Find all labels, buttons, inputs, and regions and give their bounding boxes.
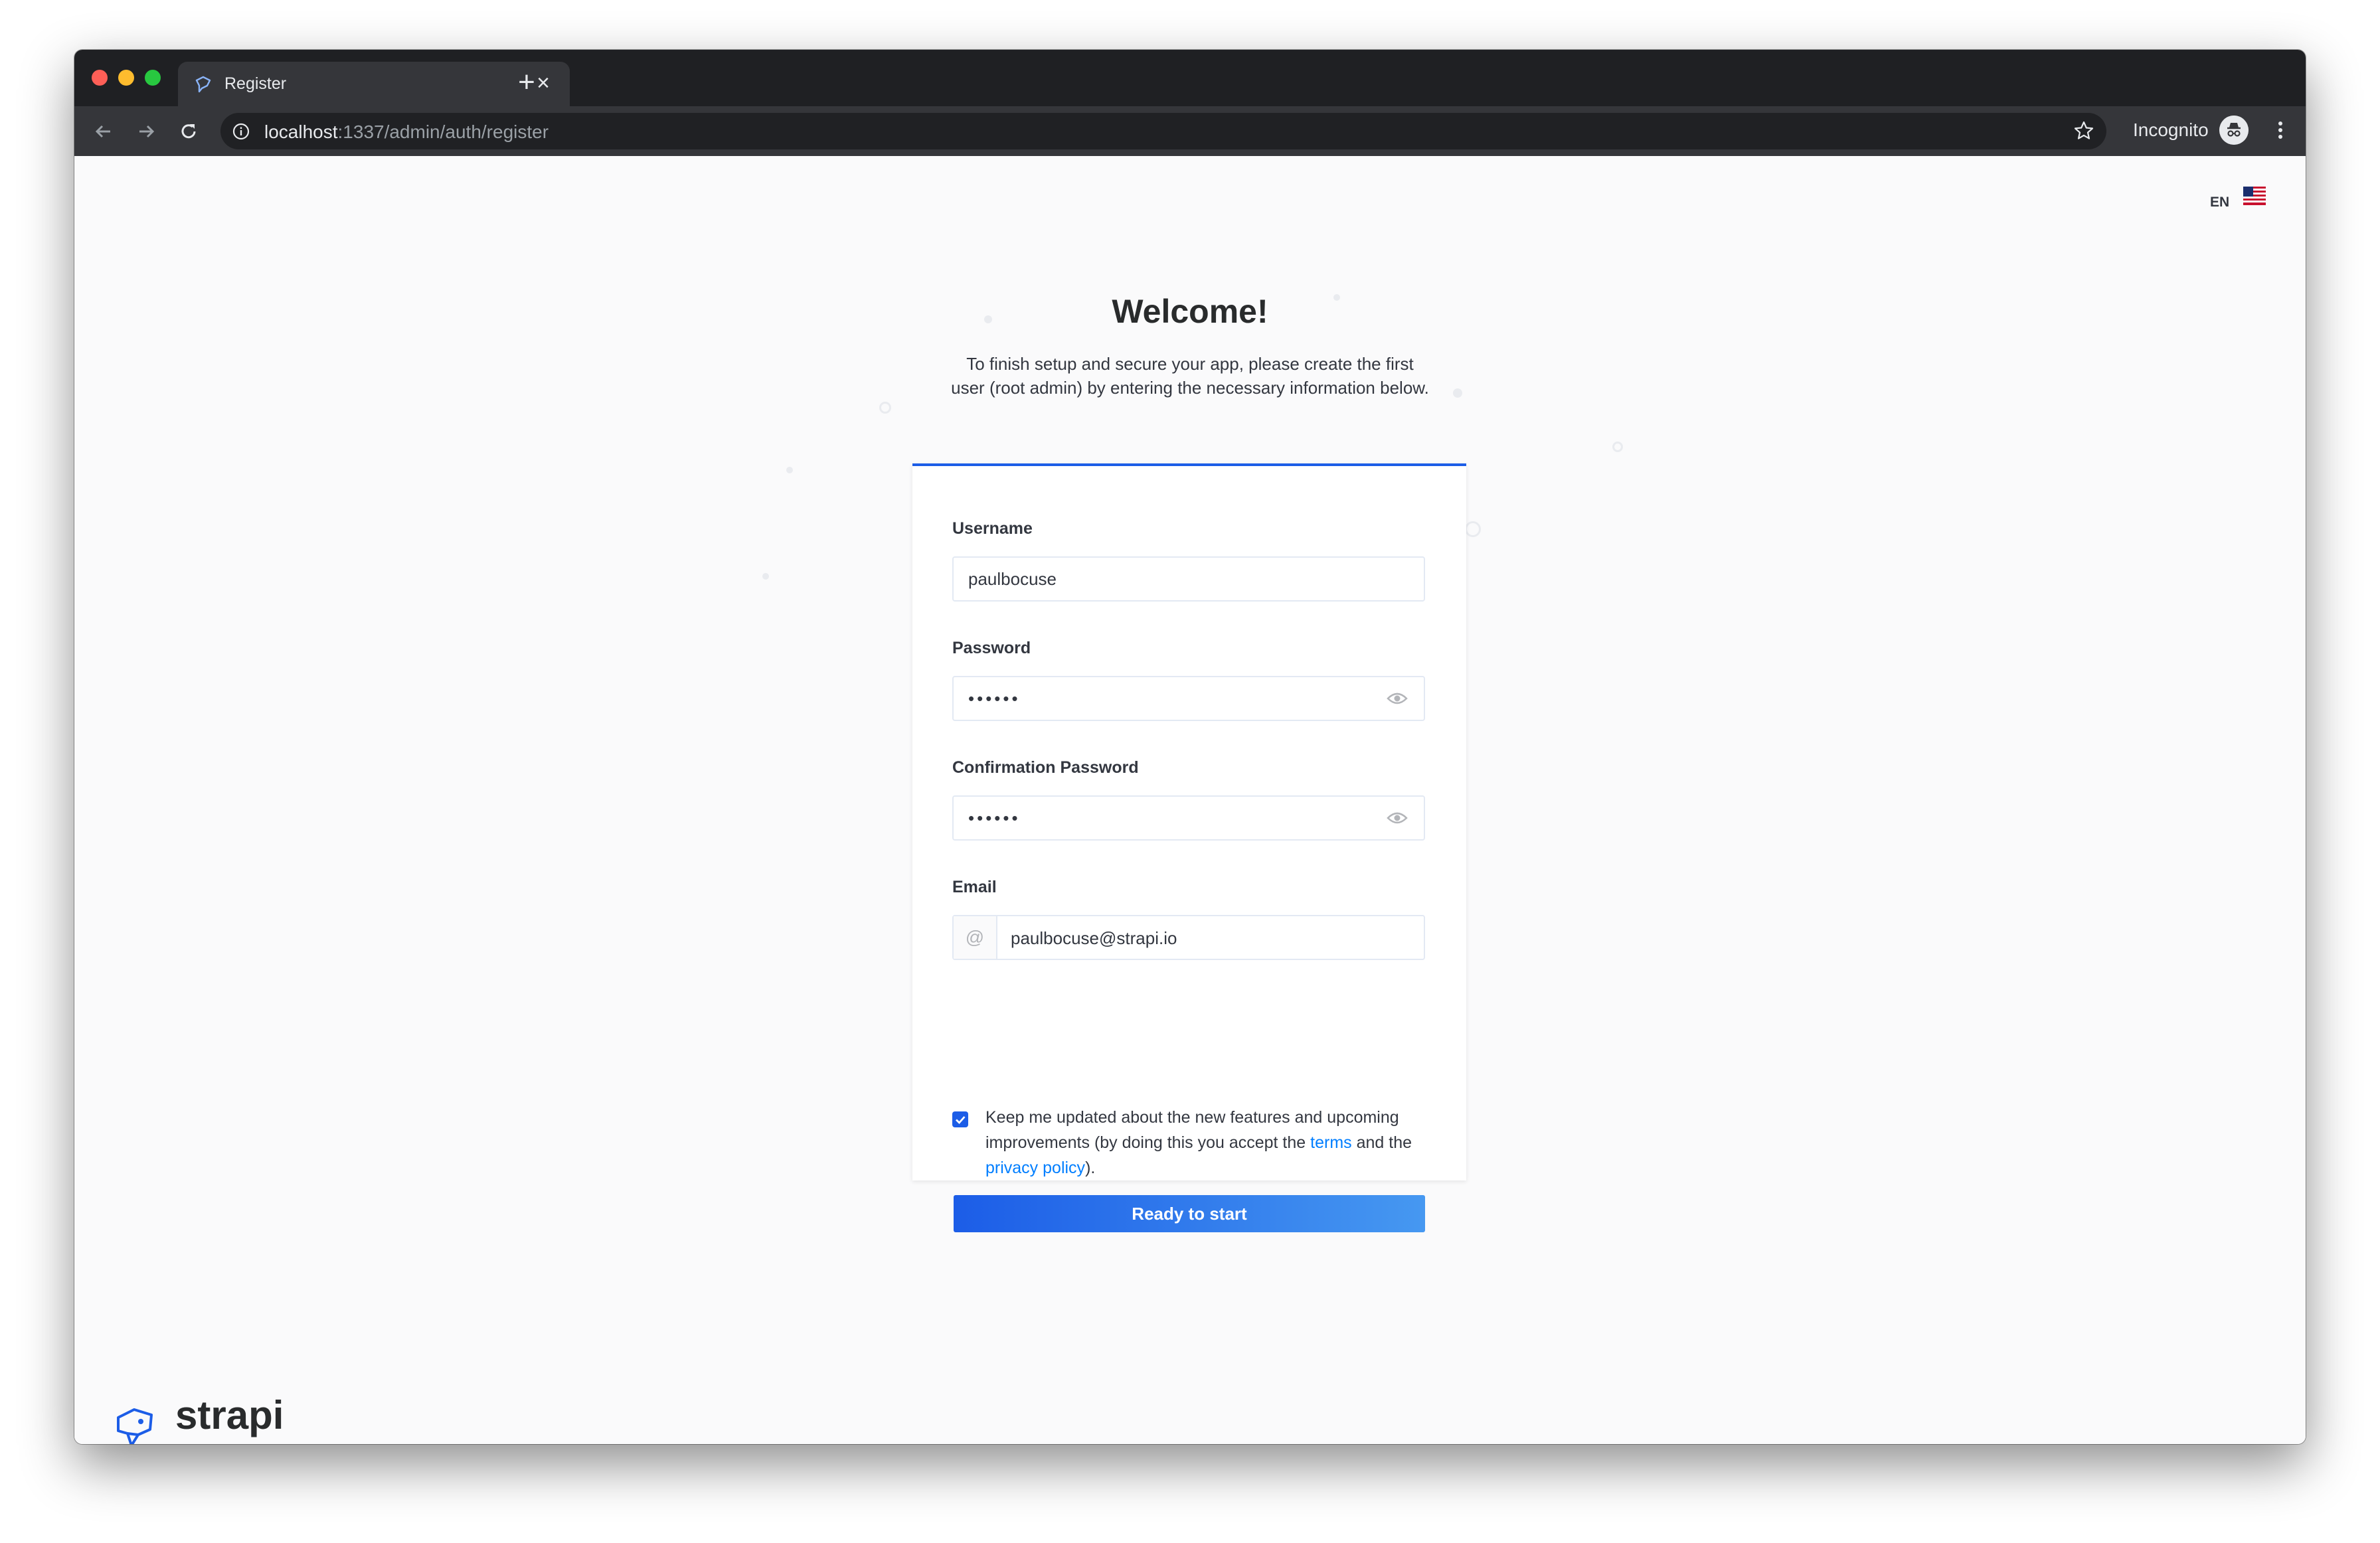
page-subtitle: To finish setup and secure your app, ple… xyxy=(951,354,1429,398)
newsletter-text: Keep me updated about the new features a… xyxy=(985,1105,1437,1180)
newsletter-text-after: ). xyxy=(1085,1159,1096,1177)
username-label: Username xyxy=(952,519,1033,538)
back-arrow-icon xyxy=(95,125,110,138)
terms-link[interactable]: terms xyxy=(1310,1133,1352,1152)
email-prefix: @ xyxy=(954,916,997,959)
strapi-favicon xyxy=(195,76,211,93)
browser-window: Register × + localhost:1337/admin/auth/r… xyxy=(74,50,2306,1444)
username-input[interactable] xyxy=(952,556,1425,602)
password-input[interactable]: •••••• xyxy=(952,676,1425,721)
reload-button[interactable] xyxy=(173,116,205,147)
email-value: paulbocuse@strapi.io xyxy=(1011,928,1177,948)
info-icon[interactable] xyxy=(232,123,250,140)
decor-dot xyxy=(762,573,769,580)
confirm-password-input[interactable]: •••••• xyxy=(952,795,1425,841)
decor-dot xyxy=(1453,388,1462,398)
tab-title: Register xyxy=(224,74,287,93)
check-icon xyxy=(956,1116,966,1125)
password-value: •••••• xyxy=(968,689,1021,708)
language-selector[interactable]: EN xyxy=(2210,195,2229,210)
back-button[interactable] xyxy=(88,116,120,147)
us-flag-icon[interactable] xyxy=(2243,187,2266,205)
page-title: Welcome! xyxy=(1112,293,1268,330)
privacy-policy-link[interactable]: privacy policy xyxy=(985,1159,1085,1177)
confirm-password-label: Confirmation Password xyxy=(952,758,1139,777)
browser-toolbar: localhost:1337/admin/auth/register Incog… xyxy=(74,106,2306,156)
maximize-window-button[interactable] xyxy=(145,70,161,86)
new-tab-button[interactable]: + xyxy=(510,66,543,99)
minimize-window-button[interactable] xyxy=(118,70,134,86)
email-label: Email xyxy=(952,878,997,896)
star-icon[interactable] xyxy=(2073,120,2094,141)
confirm-password-value: •••••• xyxy=(968,808,1021,828)
newsletter-text-middle: and the xyxy=(1351,1133,1412,1152)
tab-strip: Register × + xyxy=(74,50,2306,106)
ready-to-start-button[interactable]: Ready to start xyxy=(954,1195,1425,1232)
address-bar[interactable]: localhost:1337/admin/auth/register xyxy=(220,113,2106,149)
email-input[interactable]: @ paulbocuse@strapi.io xyxy=(952,915,1425,960)
url-host: localhost xyxy=(264,122,338,142)
eye-icon[interactable] xyxy=(1387,690,1408,706)
forward-button[interactable] xyxy=(130,116,162,147)
forward-arrow-icon xyxy=(139,125,155,138)
url-text[interactable]: localhost:1337/admin/auth/register xyxy=(264,122,549,143)
register-page: EN Welcome! To finish setup and secure y… xyxy=(74,156,2306,1444)
decor-dot xyxy=(1612,442,1623,452)
eye-icon[interactable] xyxy=(1387,810,1408,826)
password-label: Password xyxy=(952,639,1031,657)
kebab-menu-icon[interactable] xyxy=(2266,116,2295,145)
strapi-logo-icon xyxy=(117,1408,153,1444)
register-form-card: Username Password •••••• Confirmation Pa… xyxy=(912,463,1466,1232)
decor-dot xyxy=(786,467,793,473)
url-path: :1337/admin/auth/register xyxy=(337,122,549,142)
reload-icon xyxy=(181,124,196,139)
decor-dot xyxy=(1465,521,1481,537)
close-window-button[interactable] xyxy=(92,70,108,86)
newsletter-checkbox[interactable] xyxy=(952,1111,968,1127)
incognito-icon[interactable] xyxy=(2219,116,2249,145)
incognito-label: Incognito xyxy=(2133,120,2209,140)
decor-dot xyxy=(879,402,891,414)
strapi-logo-wordmark: strapi xyxy=(175,1393,284,1437)
